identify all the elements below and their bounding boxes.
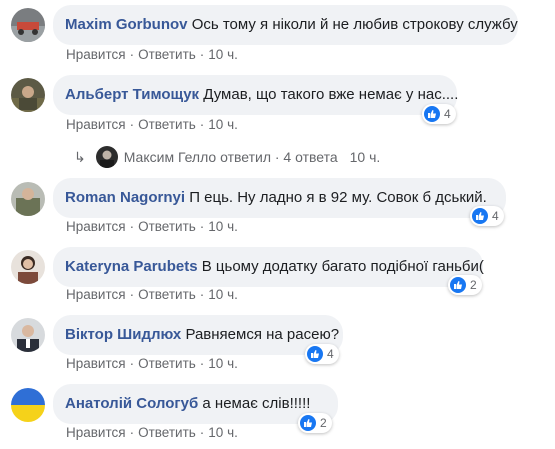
comment-author[interactable]: Альберт Тимощук [65, 86, 199, 103]
reply-button[interactable]: Ответить [138, 117, 196, 132]
replies-time: 10 ч. [349, 149, 381, 165]
like-button[interactable]: Нравится [66, 425, 126, 440]
comment-author[interactable]: Roman Nagornyi [65, 189, 185, 206]
comment-actions: Нравится · Ответить · 10 ч. [66, 117, 238, 132]
comment-author[interactable]: Maxim Gorbunov [65, 16, 188, 33]
avatar[interactable] [11, 8, 45, 42]
replies-label[interactable]: Максим Гелло ответил · 4 ответа [124, 149, 338, 165]
like-button[interactable]: Нравится [66, 47, 126, 62]
like-button[interactable]: Нравится [66, 287, 126, 302]
reply-button[interactable]: Ответить [138, 287, 196, 302]
reaction-number: 4 [492, 209, 499, 223]
avatar[interactable] [11, 250, 45, 284]
comment-author[interactable]: Kateryna Parubets [65, 258, 198, 275]
thumbs-up-icon [307, 346, 323, 362]
comment-time[interactable]: 10 ч. [208, 287, 238, 302]
comment-time[interactable]: 10 ч. [208, 219, 238, 234]
comment-actions: Нравится · Ответить · 10 ч. [66, 219, 238, 234]
comment-bubble: Віктор Шидлюх Равняемся на расею? [53, 315, 343, 355]
comment-actions: Нравится · Ответить · 10 ч. [66, 287, 238, 302]
comment-text: а немає слів!!!!! [202, 395, 311, 412]
comment-time[interactable]: 10 ч. [208, 47, 238, 62]
comment-text: В цьому додатку багато подібної ганьби( [201, 258, 484, 275]
reaction-count[interactable]: 2 [448, 275, 482, 295]
reply-button[interactable]: Ответить [138, 47, 196, 62]
comment-actions: Нравится · Ответить · 10 ч. [66, 425, 238, 440]
comment-bubble: Roman Nagornyi П ець. Ну ладно я в 92 му… [53, 178, 506, 218]
reaction-count[interactable]: 4 [470, 206, 504, 226]
comment-author[interactable]: Анатолій Сологуб [65, 395, 198, 412]
avatar[interactable] [11, 182, 45, 216]
comment-bubble: Maxim Gorbunov Ось тому я ніколи й не лю… [53, 5, 518, 45]
comment-time[interactable]: 10 ч. [208, 117, 238, 132]
comment-bubble: Анатолій Сологуб а немає слів!!!!! [53, 384, 338, 424]
avatar[interactable] [11, 78, 45, 112]
comment-time[interactable]: 10 ч. [208, 356, 238, 371]
avatar[interactable] [11, 318, 45, 352]
comment-text: Равняемся на расею? [185, 326, 340, 343]
thumbs-up-icon [424, 106, 440, 122]
comment-text: Думав, що такого вже немає у нас.... [203, 86, 459, 103]
reaction-count[interactable]: 4 [422, 104, 456, 124]
avatar [95, 146, 118, 168]
avatar[interactable] [11, 388, 45, 422]
comment-time[interactable]: 10 ч. [208, 425, 238, 440]
comment-bubble: Альберт Тимощук Думав, що такого вже нем… [53, 75, 459, 115]
comment-bubble: Kateryna Parubets В цьому додатку багато… [53, 247, 484, 287]
comment-text: Ось тому я ніколи й не любив строкову сл… [191, 16, 518, 33]
thumbs-up-icon [472, 208, 488, 224]
view-replies[interactable]: ↳ Максим Гелло ответил · 4 ответа 10 ч. [74, 146, 380, 168]
like-button[interactable]: Нравится [66, 356, 126, 371]
reply-button[interactable]: Ответить [138, 425, 196, 440]
reply-button[interactable]: Ответить [138, 356, 196, 371]
thumbs-up-icon [450, 277, 466, 293]
reaction-number: 4 [444, 107, 451, 121]
like-button[interactable]: Нравится [66, 117, 126, 132]
reaction-count[interactable]: 2 [298, 413, 332, 433]
reaction-number: 2 [470, 278, 477, 292]
like-button[interactable]: Нравится [66, 219, 126, 234]
comment-actions: Нравится · Ответить · 10 ч. [66, 356, 238, 371]
comment-text: П ець. Ну ладно я в 92 му. Совок б дськи… [189, 189, 487, 206]
reply-button[interactable]: Ответить [138, 219, 196, 234]
reply-arrow-icon: ↳ [74, 148, 86, 165]
reaction-number: 2 [320, 416, 327, 430]
reaction-number: 4 [327, 347, 334, 361]
comment-author[interactable]: Віктор Шидлюх [65, 326, 181, 343]
reaction-count[interactable]: 4 [305, 344, 339, 364]
comment-actions: Нравится · Ответить · 10 ч. [66, 47, 238, 62]
thumbs-up-icon [300, 415, 316, 431]
